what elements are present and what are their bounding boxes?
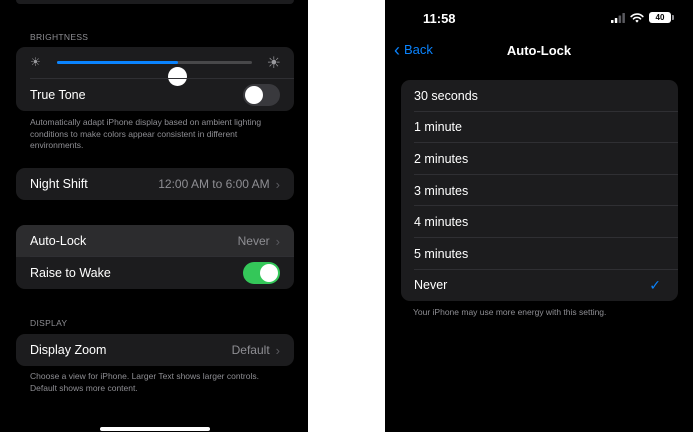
display-zoom-value: Default — [231, 343, 270, 357]
chevron-right-icon: › — [275, 342, 280, 358]
brightness-section-header: BRIGHTNESS — [30, 32, 89, 42]
true-tone-toggle[interactable] — [243, 84, 280, 106]
auto-lock-footer: Your iPhone may use more energy with thi… — [413, 307, 607, 317]
toggle-knob — [245, 86, 263, 104]
auto-lock-option[interactable]: 3 minutes — [401, 175, 678, 207]
brightness-track[interactable] — [57, 61, 252, 86]
chevron-right-icon: › — [275, 176, 280, 192]
option-label: 2 minutes — [414, 151, 469, 166]
brightness-slider[interactable]: ☀ ☀ — [16, 47, 294, 86]
auto-lock-options-list: 30 seconds 1 minute 2 minutes 3 minutes 4 mi… — [401, 80, 678, 302]
display-zoom-label: Display Zoom — [30, 343, 107, 357]
raise-to-wake-row: Raise to Wake — [16, 257, 294, 289]
sun-large-icon: ☀ — [266, 55, 281, 72]
true-tone-label: True Tone — [30, 88, 86, 102]
wifi-icon — [630, 12, 644, 23]
display-section-header: DISPLAY — [30, 318, 68, 328]
auto-lock-value: Never — [237, 234, 270, 248]
brightness-card: ☀ ☀ True Tone — [16, 47, 294, 111]
night-shift-card: Night Shift 12:00 AM to 6:00 AM › — [16, 168, 294, 200]
raise-to-wake-toggle[interactable] — [243, 262, 280, 284]
auto-lock-option[interactable]: Never ✓ — [401, 270, 678, 302]
status-time: 11:58 — [423, 11, 456, 26]
display-zoom-row[interactable]: Display Zoom Default › — [16, 334, 294, 366]
option-label: 4 minutes — [414, 215, 469, 230]
auto-lock-row[interactable]: Auto-Lock Never › — [16, 225, 294, 257]
display-zoom-card: Display Zoom Default › — [16, 334, 294, 366]
night-shift-label: Night Shift — [30, 177, 88, 191]
option-label: Never — [414, 278, 448, 293]
option-label: 3 minutes — [414, 183, 469, 198]
sun-small-icon: ☀ — [30, 55, 41, 69]
true-tone-footer: Automatically adapt iPhone display based… — [30, 117, 262, 150]
chevron-right-icon: › — [275, 233, 280, 249]
checkmark-icon: ✓ — [649, 276, 661, 293]
night-shift-row[interactable]: Night Shift 12:00 AM to 6:00 AM › — [16, 168, 294, 200]
battery-icon: 40 — [649, 12, 674, 23]
night-shift-value: 12:00 AM to 6:00 AM — [158, 177, 270, 191]
auto-lock-option[interactable]: 5 minutes — [401, 238, 678, 270]
option-label: 5 minutes — [414, 246, 469, 261]
option-label: 30 seconds — [414, 88, 478, 103]
lock-card: Auto-Lock Never › Raise to Wake — [16, 225, 294, 289]
raise-to-wake-label: Raise to Wake — [30, 266, 111, 280]
display-brightness-screen: BRIGHTNESS ☀ ☀ True Tone Automatically a… — [0, 0, 308, 432]
page-title: Auto-Lock — [506, 43, 572, 58]
option-label: 1 minute — [414, 120, 462, 135]
brightness-track-fill — [57, 61, 178, 64]
auto-lock-screen: 11:58 40 ‹ Back Auto-Lock 30 seconds 1 mi… — [385, 0, 693, 432]
display-zoom-footer: Choose a view for iPhone. Larger Text sh… — [30, 371, 259, 393]
previous-card-edge — [16, 0, 294, 4]
status-icons: 40 — [611, 12, 674, 23]
auto-lock-option[interactable]: 2 minutes — [401, 143, 678, 175]
auto-lock-option[interactable]: 4 minutes — [401, 206, 678, 238]
cellular-signal-icon — [611, 12, 625, 23]
auto-lock-option[interactable]: 30 seconds — [401, 80, 678, 112]
auto-lock-label: Auto-Lock — [30, 234, 87, 248]
true-tone-row: True Tone — [16, 79, 294, 111]
toggle-knob — [260, 264, 278, 282]
auto-lock-option[interactable]: 1 minute — [401, 112, 678, 144]
home-indicator[interactable] — [100, 427, 210, 431]
